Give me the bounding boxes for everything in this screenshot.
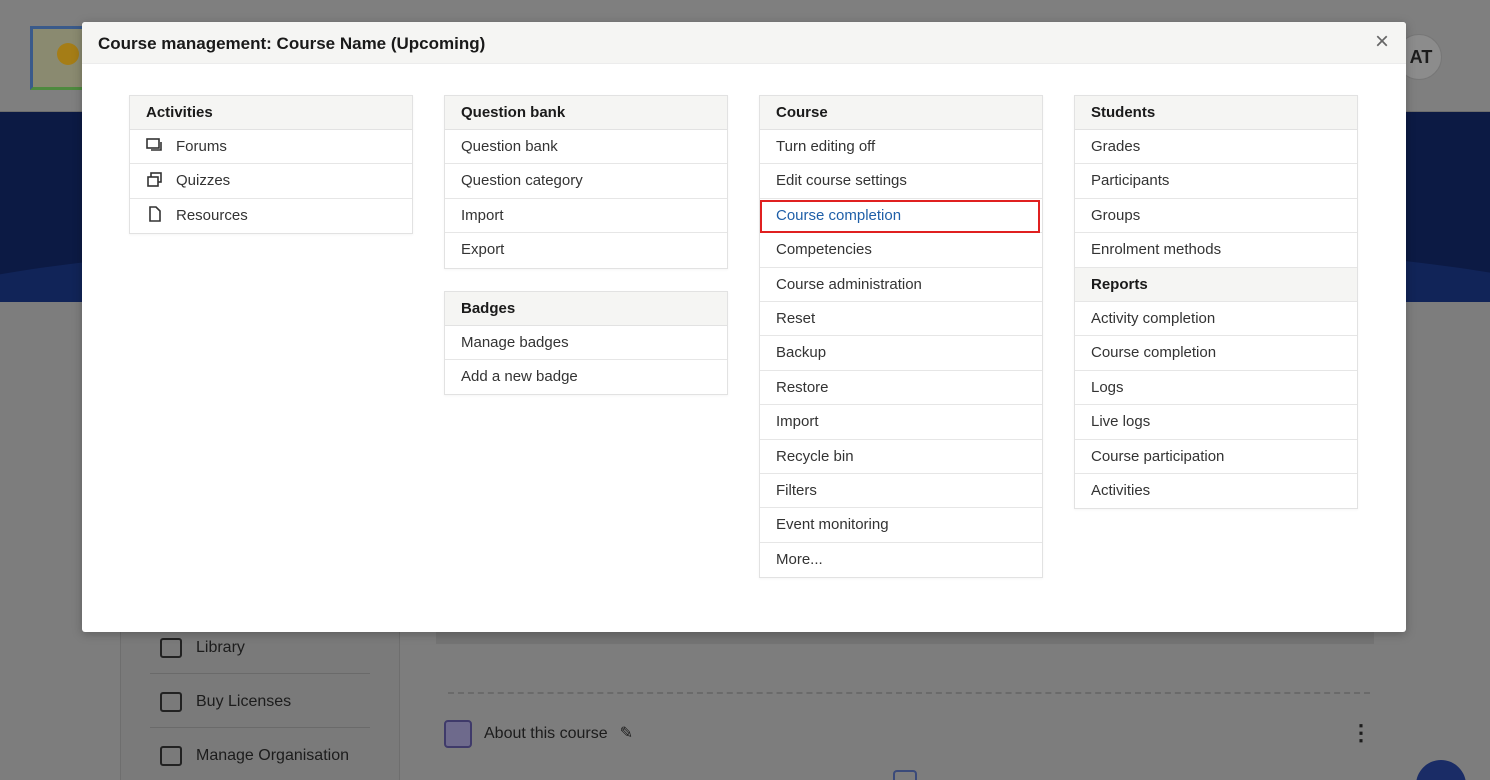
- course-item-filters[interactable]: Filters: [760, 474, 1042, 509]
- students-heading: Students: [1075, 96, 1357, 130]
- course-item-course-completion[interactable]: Course completion: [760, 199, 1042, 234]
- course-column: Course Turn editing off Edit course sett…: [759, 95, 1043, 600]
- library-icon: [160, 637, 182, 658]
- money-icon: [160, 691, 182, 712]
- course-item-recycle-bin[interactable]: Recycle bin: [760, 440, 1042, 474]
- course-heading: Course: [760, 96, 1042, 130]
- kebab-menu-icon[interactable]: ⋮: [1350, 722, 1372, 744]
- modal-header: Course management: Course Name (Upcoming…: [82, 22, 1406, 64]
- course-item-competencies[interactable]: Competencies: [760, 233, 1042, 268]
- question-bank-heading: Question bank: [445, 96, 727, 130]
- students-item-groups[interactable]: Groups: [1075, 199, 1357, 234]
- about-course-row[interactable]: About this course ✎: [444, 720, 636, 748]
- activities-group: Activities Forums Quizzes Resources: [129, 95, 413, 235]
- question-bank-column: Question bank Question bank Question cat…: [444, 95, 728, 417]
- course-item-reset[interactable]: Reset: [760, 302, 1042, 337]
- course-item-edit-settings[interactable]: Edit course settings: [760, 164, 1042, 199]
- course-item-restore[interactable]: Restore: [760, 371, 1042, 406]
- qb-item-question-bank[interactable]: Question bank: [445, 130, 727, 165]
- students-column: Students Grades Participants Groups Enro…: [1074, 95, 1358, 531]
- course-item-turn-editing-off[interactable]: Turn editing off: [760, 130, 1042, 165]
- students-item-grades[interactable]: Grades: [1075, 130, 1357, 165]
- sidebar-item-label: Library: [196, 638, 245, 656]
- about-icon: [444, 720, 472, 748]
- report-item-logs[interactable]: Logs: [1075, 371, 1357, 406]
- activity-label: Quizzes: [176, 172, 231, 190]
- building-icon: [160, 746, 182, 766]
- site-logo[interactable]: [30, 26, 86, 90]
- modal-title: Course management: Course Name (Upcoming…: [98, 34, 486, 53]
- report-item-live-logs[interactable]: Live logs: [1075, 405, 1357, 440]
- course-item-backup[interactable]: Backup: [760, 336, 1042, 371]
- close-icon[interactable]: ×: [1370, 30, 1394, 54]
- sidebar-item-buy-licenses[interactable]: Buy Licenses: [150, 676, 370, 728]
- badge-item-manage[interactable]: Manage badges: [445, 326, 727, 360]
- report-item-course-participation[interactable]: Course participation: [1075, 440, 1357, 474]
- report-item-course-completion[interactable]: Course completion: [1075, 336, 1357, 371]
- sidebar-item-label: Buy Licenses: [196, 692, 292, 710]
- qb-item-import[interactable]: Import: [445, 199, 727, 234]
- small-tab-icon: [893, 770, 917, 780]
- activity-label: Forums: [176, 138, 227, 155]
- file-icon: [149, 206, 161, 223]
- report-item-activities[interactable]: Activities: [1075, 474, 1357, 508]
- students-group: Students Grades Participants Groups Enro…: [1074, 95, 1358, 510]
- forum-icon: [146, 137, 162, 151]
- badge-item-add[interactable]: Add a new badge: [445, 360, 727, 394]
- sidebar-item-manage-organisation[interactable]: Manage Organisation: [150, 730, 370, 780]
- quiz-icon: [147, 172, 162, 187]
- activity-quizzes[interactable]: Quizzes: [130, 164, 412, 199]
- course-group: Course Turn editing off Edit course sett…: [759, 95, 1043, 579]
- qb-item-question-category[interactable]: Question category: [445, 164, 727, 199]
- activities-heading: Activities: [130, 96, 412, 130]
- qb-item-export[interactable]: Export: [445, 233, 727, 267]
- sidebar-item-label: Manage Organisation: [196, 747, 349, 764]
- course-management-modal: Course management: Course Name (Upcoming…: [82, 22, 1406, 632]
- question-bank-group: Question bank Question bank Question cat…: [444, 95, 728, 269]
- report-item-activity-completion[interactable]: Activity completion: [1075, 302, 1357, 337]
- course-item-event-monitoring[interactable]: Event monitoring: [760, 508, 1042, 543]
- section-divider: [448, 692, 1370, 694]
- students-item-enrolment-methods[interactable]: Enrolment methods: [1075, 233, 1357, 268]
- reports-heading: Reports: [1075, 267, 1357, 302]
- students-item-participants[interactable]: Participants: [1075, 164, 1357, 199]
- badges-heading: Badges: [445, 291, 727, 326]
- course-item-more[interactable]: More...: [760, 543, 1042, 577]
- activity-label: Resources: [176, 206, 248, 224]
- course-item-administration[interactable]: Course administration: [760, 268, 1042, 302]
- about-course-label: About this course: [484, 725, 608, 742]
- activity-forums[interactable]: Forums: [130, 130, 412, 165]
- course-item-import[interactable]: Import: [760, 405, 1042, 440]
- pencil-icon[interactable]: ✎: [620, 726, 636, 742]
- activity-resources[interactable]: Resources: [130, 199, 412, 233]
- help-button[interactable]: [1416, 760, 1466, 780]
- activities-column: Activities Forums Quizzes Resources: [129, 95, 413, 256]
- lightbulb-icon: [57, 43, 79, 65]
- badges-group: Badges Manage badges Add a new badge: [444, 290, 728, 396]
